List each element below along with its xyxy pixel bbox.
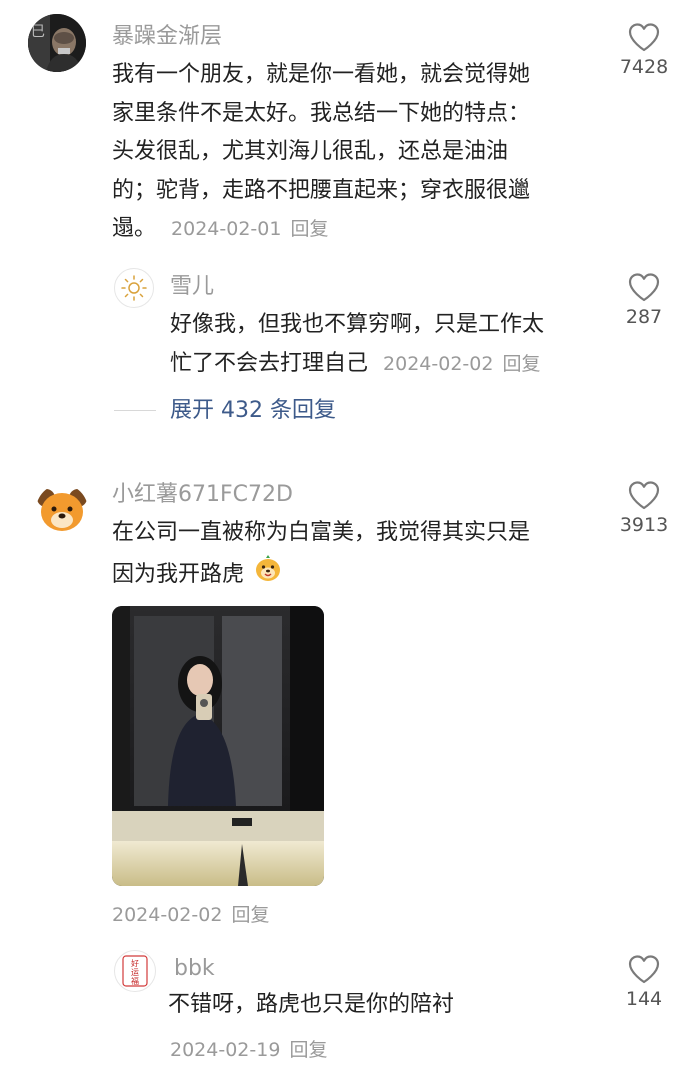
- reply-button[interactable]: 回复: [231, 904, 269, 926]
- mirror-selfie-photo: [112, 606, 324, 886]
- reply-button[interactable]: 回复: [502, 353, 540, 375]
- avatar[interactable]: 巳: [28, 14, 86, 72]
- avatar-char: 好: [131, 958, 139, 968]
- heart-outline-icon: [628, 481, 660, 510]
- like-button[interactable]: 7428: [604, 22, 684, 78]
- comment-meta: 2024-02-01 回复: [171, 218, 328, 240]
- reply-date: 2024-02-19: [170, 1039, 281, 1061]
- reply-username[interactable]: bbk: [174, 956, 215, 982]
- heart-outline-icon: [628, 23, 660, 52]
- avatar-char: 运: [131, 968, 139, 977]
- avatar[interactable]: 好 运 福: [114, 950, 156, 992]
- reply-button[interactable]: 回复: [289, 1039, 327, 1061]
- reply-text-line: 忙了不会去打理自己: [170, 350, 369, 376]
- avatar[interactable]: [36, 484, 88, 536]
- comment-date: 2024-02-02: [112, 904, 223, 926]
- like-button[interactable]: 287: [604, 272, 684, 328]
- reply-text-line: 好像我，但我也不算穷啊，只是工作太: [170, 312, 545, 337]
- comment-text-line: 遢。: [112, 216, 157, 241]
- avatar[interactable]: [114, 268, 154, 308]
- reply-text: 好像我，但我也不算穷啊，只是工作太 忙了不会去打理自己 2024-02-02 回…: [170, 306, 600, 383]
- dog-avatar-image: [37, 489, 87, 531]
- reply-meta: 2024-02-19 回复: [170, 1035, 327, 1062]
- comment-text: 我有一个朋友，就是你一看她，就会觉得她 家里条件不是太好。我总结一下她的特点： …: [112, 56, 592, 249]
- comment-text-last-line: 因为我开路虎: [112, 553, 592, 597]
- comment-text-line: 头发很乱，尤其刘海儿很乱，还总是油油: [112, 139, 509, 164]
- like-button[interactable]: 3913: [604, 480, 684, 536]
- sun-icon: [121, 275, 147, 301]
- comment-username[interactable]: 暴躁金渐层: [112, 24, 222, 50]
- comment-date: 2024-02-01: [171, 218, 282, 240]
- svg-text:巳: 巳: [31, 24, 45, 40]
- good-luck-avatar-image: 好 运 福: [122, 955, 148, 987]
- like-count: 287: [625, 306, 663, 328]
- comment-text-line: 因为我开路虎: [112, 561, 245, 587]
- like-count: 144: [625, 988, 663, 1010]
- comment-text-line: 家里条件不是太好。我总结一下她的特点：: [112, 100, 531, 126]
- heart-outline-icon: [628, 955, 660, 984]
- reply-meta: 2024-02-02 回复: [383, 353, 540, 375]
- comment-text-line: 的；驼背，走路不把腰直起来；穿衣服很邋: [112, 177, 531, 203]
- expand-divider: [114, 410, 156, 411]
- like-button[interactable]: 144: [604, 954, 684, 1010]
- comment-meta: 2024-02-02 回复: [112, 900, 269, 927]
- comment-text-line: 在公司一直被称为白富美，我觉得其实只是: [112, 520, 531, 545]
- reply-text-last-line: 忙了不会去打理自己 2024-02-02 回复: [170, 345, 600, 384]
- like-count: 7428: [619, 56, 669, 78]
- avatar-char: 福: [131, 977, 139, 986]
- reply-text-line: 不错呀，路虎也只是你的陪衬: [168, 992, 455, 1017]
- expand-replies-label[interactable]: 展开 432 条回复: [170, 398, 336, 424]
- comment-image[interactable]: [112, 606, 324, 886]
- dog-emoji-icon: [253, 553, 283, 597]
- avatar-image: 巳: [28, 14, 86, 72]
- comment-text-last-line: 遢。 2024-02-01 回复: [112, 210, 592, 249]
- comment-text-line: 我有一个朋友，就是你一看她，就会觉得她: [112, 62, 531, 87]
- reply-text: 不错呀，路虎也只是你的陪衬: [168, 986, 598, 1025]
- heart-outline-icon: [628, 273, 660, 302]
- like-count: 3913: [619, 514, 669, 536]
- comment-text: 在公司一直被称为白富美，我觉得其实只是 因为我开路虎: [112, 514, 592, 596]
- reply-button[interactable]: 回复: [290, 218, 328, 240]
- reply-date: 2024-02-02: [383, 352, 494, 375]
- reply-username[interactable]: 雪儿: [170, 274, 214, 300]
- comment-username[interactable]: 小红薯671FC72D: [112, 482, 293, 508]
